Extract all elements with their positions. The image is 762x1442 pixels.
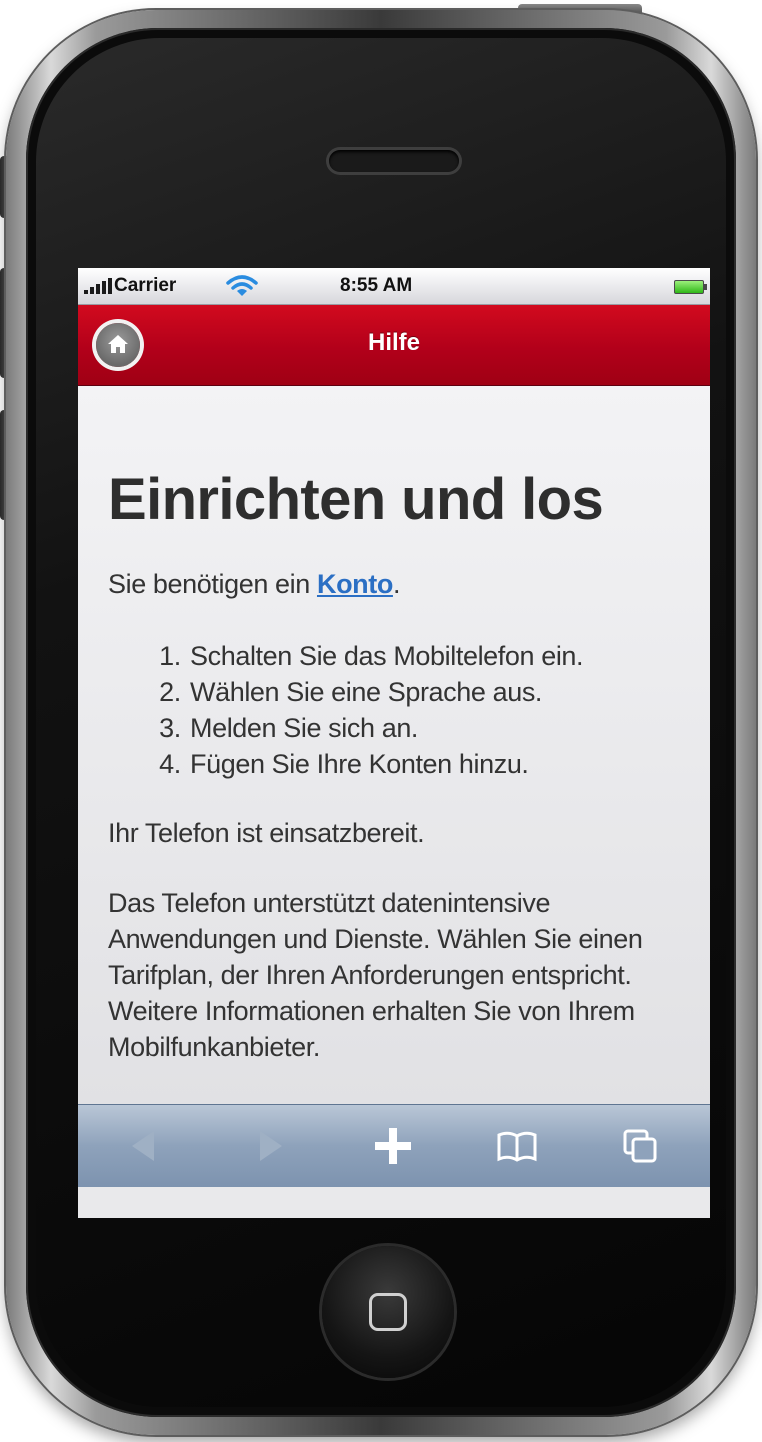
status-time: 8:55 AM — [340, 275, 413, 296]
list-item: Fügen Sie Ihre Konten hinzu. — [188, 746, 698, 782]
battery-icon — [674, 280, 707, 294]
ready-text: Ihr Telefon ist einsatzbereit. — [108, 818, 425, 848]
wifi-icon — [226, 275, 258, 296]
setup-steps-list: Schalten Sie das Mobiltelefon ein. Wähle… — [108, 638, 698, 782]
carrier-label: Carrier — [114, 275, 177, 296]
page-title: Hilfe — [367, 329, 420, 356]
intro-text: Sie benötigen ein Konto. — [108, 569, 698, 600]
intro-suffix: . — [392, 569, 401, 599]
signal-strength-icon — [84, 278, 112, 294]
browser-toolbar — [78, 1104, 710, 1187]
earpiece — [329, 150, 459, 172]
bookmarks-icon[interactable] — [494, 1123, 540, 1169]
list-item: Melden Sie sich an. — [188, 710, 698, 746]
app-header: Hilfe — [78, 305, 710, 386]
list-item: Wählen Sie eine Sprache aus. — [188, 674, 698, 710]
content-heading: Einrichten und los — [108, 467, 604, 532]
forward-icon[interactable] — [246, 1123, 292, 1169]
pages-icon[interactable] — [618, 1123, 664, 1169]
status-bar: Carrier 8:55 AM — [78, 268, 710, 305]
account-link[interactable]: Konto — [317, 569, 393, 599]
screen: Carrier 8:55 AM Hilfe Einrichten und los… — [78, 268, 710, 1218]
add-icon[interactable] — [370, 1123, 416, 1169]
list-item: Schalten Sie das Mobiltelefon ein. — [188, 638, 698, 674]
content-body: Einrichten und los Sie benötigen ein Kon… — [108, 466, 698, 1065]
home-square-icon — [369, 1293, 407, 1331]
info-paragraph: Das Telefon unterstützt datenintensive A… — [108, 888, 643, 1062]
intro-prefix: Sie benötigen ein — [108, 569, 317, 599]
home-button[interactable] — [322, 1246, 454, 1378]
back-icon[interactable] — [122, 1123, 168, 1169]
content-area[interactable]: Einrichten und los Sie benötigen ein Kon… — [78, 386, 710, 1104]
